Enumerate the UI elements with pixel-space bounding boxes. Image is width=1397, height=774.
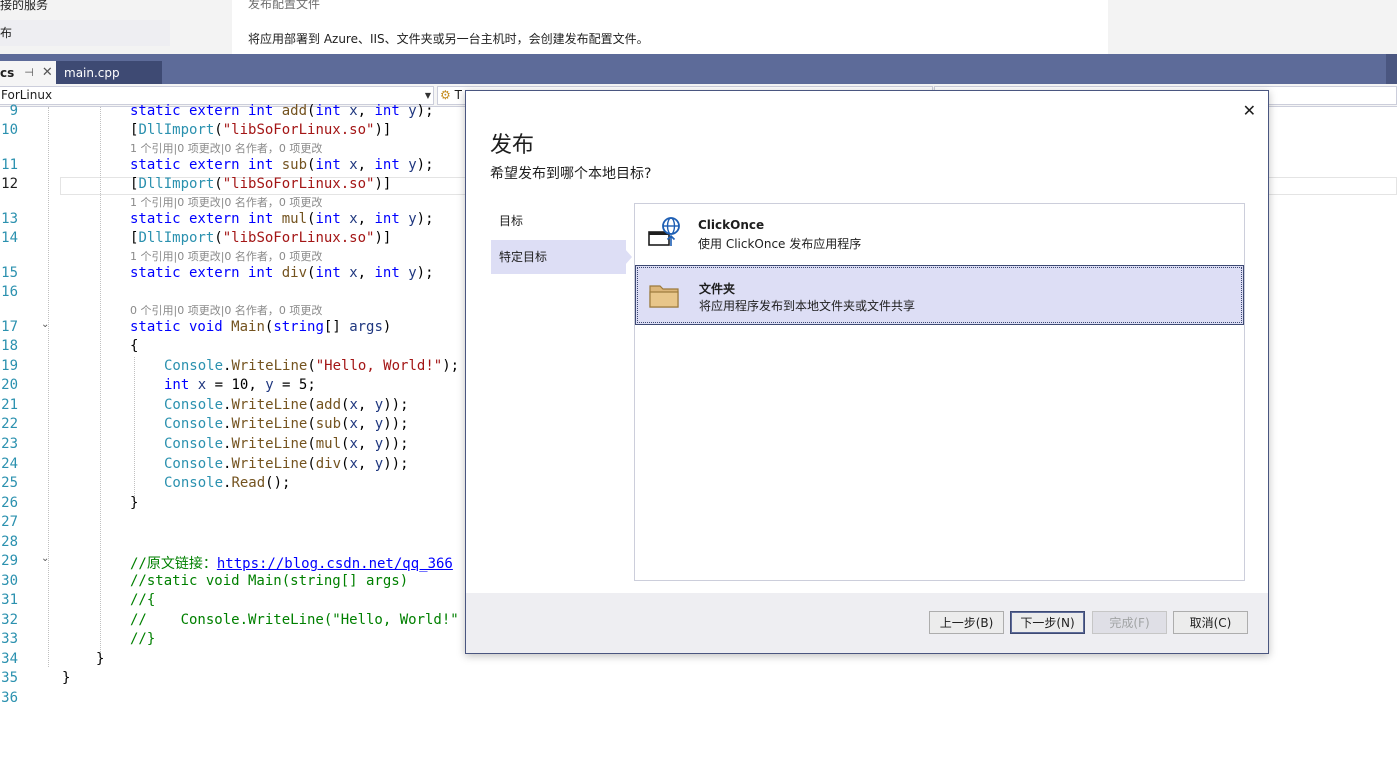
code-lens[interactable]: 1 个引用|0 项更改|0 名作者，0 项更改: [130, 248, 322, 264]
publish-dialog: ✕ 发布 希望发布到哪个本地目标? 目标 特定目标 ClickOnce 使用 C…: [465, 90, 1269, 654]
code-line: static void Main(string[] args): [130, 319, 392, 335]
solution-item-services[interactable]: 接的服务: [0, 0, 48, 13]
code-lens[interactable]: 0 个引用|0 项更改|0 名作者，0 项更改: [130, 302, 322, 318]
line-number: 22: [1, 416, 18, 432]
line-number: 34: [1, 651, 18, 667]
close-tab-icon[interactable]: ✕: [42, 65, 53, 80]
code-line: int x = 10, y = 5;: [164, 377, 316, 393]
next-button[interactable]: 下一步(N): [1010, 611, 1085, 634]
code-line: static extern int add(int x, int y);: [130, 103, 434, 119]
target-clickonce[interactable]: ClickOnce 使用 ClickOnce 发布应用程序: [635, 204, 1244, 264]
code-lens[interactable]: 1 个引用|0 项更改|0 名作者，0 项更改: [130, 194, 322, 210]
line-number: 12: [1, 176, 18, 192]
close-icon[interactable]: ✕: [1243, 101, 1256, 120]
description-text: 将应用部署到 Azure、IIS、文件夹或另一台主机时，会创建发布配置文件。: [248, 32, 649, 46]
code-line: Console.WriteLine(add(x, y));: [164, 397, 409, 413]
code-comment-line: //}: [130, 631, 156, 647]
code-line: static extern int mul(int x, int y);: [130, 211, 434, 227]
line-number: 35: [1, 670, 18, 686]
code-line: static extern int div(int x, int y);: [130, 265, 434, 281]
target-description: 将应用程序发布到本地文件夹或文件共享: [699, 299, 916, 313]
line-number: 25: [1, 475, 18, 491]
line-number: 36: [1, 690, 18, 706]
line-number: 31: [1, 592, 18, 608]
line-number: 13: [1, 211, 18, 227]
solution-item-publish[interactable]: 布: [0, 20, 170, 46]
document-tab-strip: cs ⊣ ✕ main.cpp: [0, 54, 1397, 84]
indent-guide: [134, 357, 135, 502]
code-lens[interactable]: 1 个引用|0 项更改|0 名作者，0 项更改: [130, 140, 322, 156]
step-specific-target[interactable]: 特定目标: [491, 240, 626, 274]
line-number: 28: [1, 534, 18, 550]
code-line: Console.WriteLine(sub(x, y));: [164, 416, 409, 432]
code-line: Console.WriteLine(mul(x, y));: [164, 436, 409, 452]
finish-button[interactable]: 完成(F): [1092, 611, 1167, 634]
line-number: 29: [1, 553, 18, 569]
target-list: ClickOnce 使用 ClickOnce 发布应用程序 文件夹 将应用程序发…: [634, 203, 1245, 581]
code-line: [DllImport("libSoForLinux.so")]: [130, 122, 392, 138]
line-number: 27: [1, 514, 18, 530]
line-number: 10: [1, 122, 18, 138]
tab-strip-edge: [1386, 54, 1397, 84]
line-number: 11: [1, 157, 18, 173]
code-line: Console.Read();: [164, 475, 291, 491]
line-number: 32: [1, 612, 18, 628]
chevron-down-icon: ▼: [424, 91, 431, 100]
indent-guide: [48, 107, 49, 667]
code-line: }: [130, 495, 139, 511]
code-comment-line: //原文链接：https://blog.csdn.net/qq_366: [130, 556, 453, 572]
indent-guide: [100, 107, 101, 652]
target-name: 文件夹: [699, 282, 736, 296]
code-comment-line: // Console.WriteLine("Hello, World!": [130, 612, 459, 628]
code-line: Console.WriteLine(div(x, y));: [164, 456, 409, 472]
line-number: 14: [1, 230, 18, 246]
target-name: ClickOnce: [698, 218, 765, 232]
code-line: [DllImport("libSoForLinux.so")]: [130, 230, 392, 246]
line-number: 20: [1, 377, 18, 393]
code-comment-line: //static void Main(string[] args): [130, 573, 409, 589]
publish-description-panel: 发布配置文件 将应用部署到 Azure、IIS、文件夹或另一台主机时，会创建发布…: [232, 0, 1108, 54]
dialog-footer: 上一步(B) 下一步(N) 完成(F) 取消(C): [466, 593, 1268, 653]
code-comment-line: //{: [130, 592, 156, 608]
cancel-button[interactable]: 取消(C): [1173, 611, 1248, 634]
dialog-subtitle: 希望发布到哪个本地目标?: [490, 166, 652, 182]
line-number: 30: [1, 573, 18, 589]
tab-main-cpp[interactable]: main.cpp: [56, 61, 162, 84]
line-number: 9: [9, 103, 18, 119]
globe-window-icon: [648, 217, 680, 246]
selected-step-arrow: [625, 249, 632, 265]
source-link[interactable]: https://blog.csdn.net/qq_366: [217, 556, 453, 572]
description-title: 发布配置文件: [248, 0, 321, 11]
line-number: 17: [1, 319, 18, 335]
line-number: 16: [1, 284, 18, 300]
tab-label: main.cpp: [64, 65, 120, 80]
line-number: 21: [1, 397, 18, 413]
code-line: static extern int sub(int x, int y);: [130, 157, 434, 173]
code-line: Console.WriteLine("Hello, World!");: [164, 358, 460, 374]
code-line: [DllImport("libSoForLinux.so")]: [130, 176, 392, 192]
line-number: 18: [1, 338, 18, 354]
class-icon: ⚙: [440, 88, 451, 102]
type-dropdown-value: T: [454, 88, 462, 102]
line-number: 24: [1, 456, 18, 472]
back-button[interactable]: 上一步(B): [929, 611, 1004, 634]
line-number: 33: [1, 631, 18, 647]
code-line: }: [96, 651, 105, 667]
tab-label: cs: [0, 65, 15, 80]
target-folder[interactable]: 文件夹 将应用程序发布到本地文件夹或文件共享: [635, 265, 1244, 325]
step-target[interactable]: 目标: [491, 204, 626, 238]
code-line: }: [62, 670, 71, 686]
line-number: 23: [1, 436, 18, 452]
folder-icon: [649, 285, 679, 308]
tab-program-cs[interactable]: cs ⊣ ✕: [0, 61, 56, 84]
line-number: 26: [1, 495, 18, 511]
line-number: 19: [1, 358, 18, 374]
pin-icon[interactable]: ⊣: [24, 66, 34, 79]
target-description: 使用 ClickOnce 发布应用程序: [698, 237, 862, 251]
code-line: {: [130, 338, 139, 354]
project-dropdown-value: ForLinux: [1, 88, 53, 102]
line-number: 15: [1, 265, 18, 281]
dialog-title: 发布: [490, 133, 535, 158]
